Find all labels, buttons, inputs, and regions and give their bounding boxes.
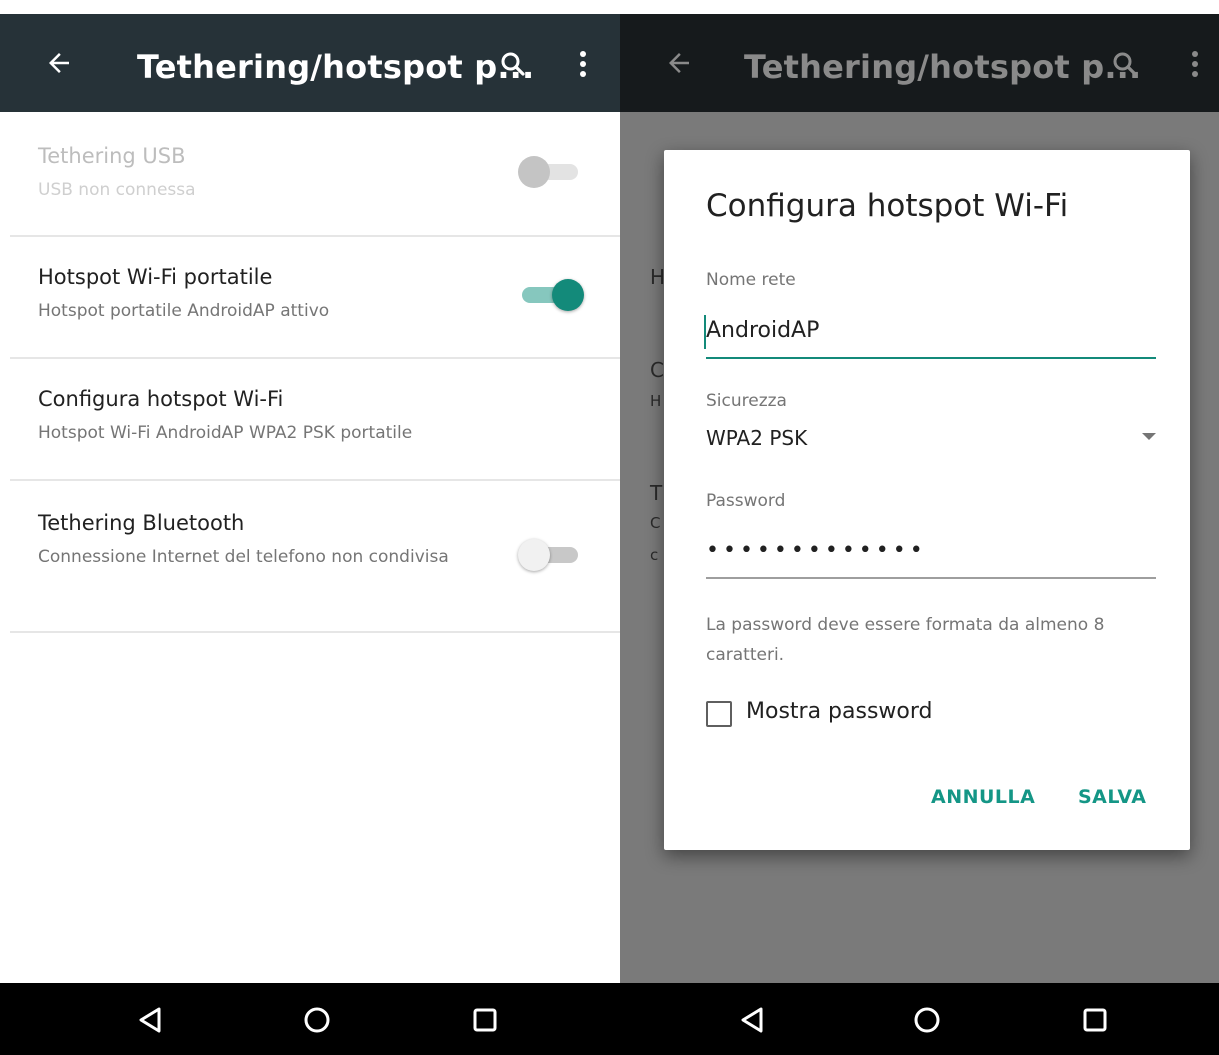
peek-letter: C (650, 514, 661, 532)
setting-title: Tethering USB (38, 144, 186, 168)
password-hint: La password deve essere formata da almen… (706, 615, 1105, 665)
peek-letter: c (650, 546, 659, 564)
left-screen: Tethering/hotspot p... Tethering USB USB… (0, 0, 620, 1055)
setting-title: Configura hotspot Wi-Fi (38, 387, 284, 411)
dialog-title: Configura hotspot Wi-Fi (706, 188, 1069, 224)
setting-summary: Hotspot portatile AndroidAP attivo (38, 301, 330, 321)
nav-back-icon[interactable] (727, 995, 777, 1045)
nav-home-icon[interactable] (292, 995, 342, 1045)
peek-letter: C (650, 358, 664, 382)
peek-letter: T (650, 481, 663, 505)
back-arrow-icon (652, 36, 706, 90)
setting-title: Tethering Bluetooth (38, 511, 245, 535)
app-bar-title: Tethering/hotspot p... (137, 48, 535, 86)
bluetooth-tethering-switch[interactable] (518, 537, 582, 573)
status-strip (620, 0, 1219, 14)
network-name-input[interactable]: AndroidAP (706, 318, 819, 343)
security-label: Sicurezza (706, 391, 787, 411)
back-arrow-icon[interactable] (32, 36, 86, 90)
status-strip (0, 0, 620, 14)
app-bar: Tethering/hotspot p... (0, 14, 620, 112)
nav-back-icon[interactable] (125, 995, 175, 1045)
more-options-icon[interactable] (568, 39, 598, 89)
search-icon (1100, 39, 1150, 89)
save-button[interactable]: SALVA (1078, 786, 1147, 808)
more-options-icon (1180, 39, 1210, 89)
setting-summary: USB non connessa (38, 180, 196, 200)
setting-usb-tethering: Tethering USB USB non connessa (0, 112, 620, 236)
setting-summary: Hotspot Wi-Fi AndroidAP WPA2 PSK portati… (38, 423, 413, 443)
nav-recents-icon[interactable] (1070, 995, 1120, 1045)
nav-home-icon[interactable] (902, 995, 952, 1045)
network-name-label: Nome rete (706, 270, 796, 290)
security-select[interactable]: WPA2 PSK (706, 426, 807, 450)
setting-summary: Connessione Internet del telefono non co… (38, 547, 449, 567)
usb-tethering-switch (518, 154, 582, 190)
dropdown-arrow-icon[interactable] (1142, 433, 1156, 440)
app-bar-dimmed: Tethering/hotspot p... (620, 14, 1219, 112)
network-name-underline (706, 357, 1156, 359)
cancel-button[interactable]: ANNULLA (931, 786, 1035, 808)
settings-list: Tethering USB USB non connessa Hotspot W… (0, 112, 620, 983)
setting-title: Hotspot Wi-Fi portatile (38, 265, 273, 289)
show-password-checkbox[interactable] (706, 701, 732, 727)
setting-wifi-hotspot[interactable]: Hotspot Wi-Fi portatile Hotspot portatil… (0, 237, 620, 357)
password-input[interactable]: ••••••••••••• (706, 538, 927, 563)
divider (10, 631, 620, 633)
navigation-bar (0, 983, 620, 1055)
app-bar-title: Tethering/hotspot p... (744, 48, 1142, 86)
wifi-hotspot-switch[interactable] (518, 277, 584, 313)
peek-letter: H (650, 392, 662, 410)
nav-recents-icon[interactable] (460, 995, 510, 1045)
navigation-bar (620, 983, 1219, 1055)
password-underline (706, 577, 1156, 579)
peek-letter: H (650, 265, 666, 289)
configure-hotspot-dialog: Configura hotspot Wi-Fi Nome rete Androi… (664, 150, 1190, 850)
setting-bluetooth-tethering[interactable]: Tethering Bluetooth Connessione Internet… (0, 481, 620, 631)
show-password-label[interactable]: Mostra password (746, 699, 933, 724)
setting-configure-hotspot[interactable]: Configura hotspot Wi-Fi Hotspot Wi-Fi An… (0, 359, 620, 479)
password-label: Password (706, 491, 786, 511)
search-icon[interactable] (488, 39, 538, 89)
right-screen: Tethering/hotspot p... H C H T C c Confi… (620, 0, 1219, 1055)
